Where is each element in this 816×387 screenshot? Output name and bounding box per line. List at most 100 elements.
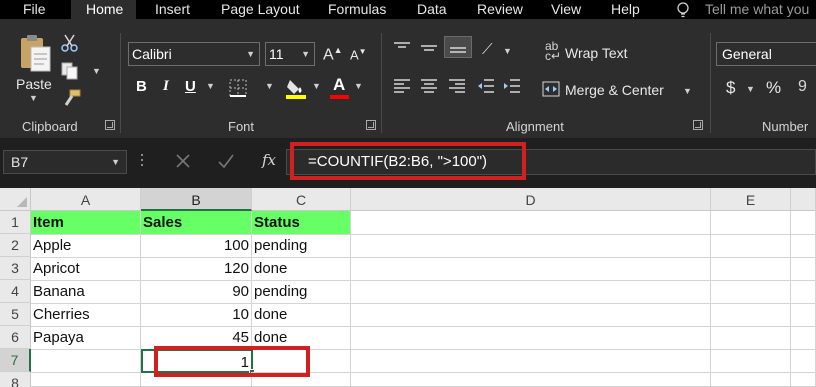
- underline-button[interactable]: U: [185, 78, 196, 95]
- cell-e3[interactable]: [711, 257, 791, 281]
- cell-c5[interactable]: done: [252, 303, 351, 327]
- tab-review[interactable]: Review: [477, 0, 523, 19]
- lightbulb-icon[interactable]: [674, 1, 692, 19]
- merge-dropdown-icon[interactable]: ▼: [683, 86, 692, 96]
- cell-d6[interactable]: [351, 326, 711, 350]
- cell-b4[interactable]: 90: [141, 280, 252, 304]
- cell-d7[interactable]: [351, 349, 711, 373]
- column-header-f[interactable]: [791, 188, 816, 211]
- fill-color-icon[interactable]: [285, 76, 307, 100]
- decrease-indent-icon[interactable]: [477, 78, 495, 94]
- row-header-3[interactable]: 3: [0, 257, 31, 280]
- enter-icon[interactable]: [217, 153, 235, 169]
- currency-button[interactable]: $: [726, 78, 735, 98]
- cell-d8[interactable]: [351, 372, 711, 387]
- cell-f2[interactable]: [791, 234, 816, 258]
- cell-c4[interactable]: pending: [252, 280, 351, 304]
- increase-indent-icon[interactable]: [503, 78, 521, 94]
- wrap-text-icon[interactable]: ab c↵: [545, 40, 561, 62]
- cell-c1[interactable]: Status: [252, 211, 351, 235]
- cell-e4[interactable]: [711, 280, 791, 304]
- number-format-select[interactable]: General: [716, 42, 816, 66]
- tab-help[interactable]: Help: [611, 0, 640, 19]
- cell-b3[interactable]: 120: [141, 257, 252, 281]
- cell-a1[interactable]: Item: [31, 211, 141, 235]
- row-header-8[interactable]: 8: [0, 372, 31, 387]
- orientation-icon[interactable]: ⟋: [482, 41, 493, 58]
- cell-a3[interactable]: Apricot: [31, 257, 141, 281]
- column-header-c[interactable]: C: [252, 188, 351, 211]
- tab-insert[interactable]: Insert: [155, 0, 190, 19]
- cell-f6[interactable]: [791, 326, 816, 350]
- cell-e8[interactable]: [711, 372, 791, 387]
- percent-button[interactable]: %: [766, 78, 781, 98]
- comma-style-icon[interactable]: 9: [798, 78, 807, 96]
- align-center-icon[interactable]: [420, 78, 438, 94]
- font-color-dropdown-icon[interactable]: ▼: [354, 81, 363, 91]
- insert-function-icon[interactable]: fx: [262, 151, 276, 169]
- paste-label[interactable]: Paste: [16, 76, 52, 92]
- cell-a2[interactable]: Apple: [31, 234, 141, 258]
- copy-icon[interactable]: [60, 61, 80, 81]
- cell-a7[interactable]: [31, 349, 141, 373]
- font-name-select[interactable]: Calibri ▼: [128, 42, 260, 66]
- name-box[interactable]: B7 ▼: [3, 150, 127, 174]
- align-middle-icon[interactable]: [420, 41, 438, 55]
- cancel-icon[interactable]: [175, 153, 191, 169]
- cell-b1[interactable]: Sales: [141, 211, 252, 235]
- row-header-4[interactable]: 4: [0, 280, 31, 303]
- tell-me-search[interactable]: Tell me what you: [705, 0, 809, 19]
- tab-formulas[interactable]: Formulas: [328, 0, 386, 19]
- alignment-launcher-icon[interactable]: [693, 120, 703, 130]
- cell-b5[interactable]: 10: [141, 303, 252, 327]
- align-left-icon[interactable]: [393, 78, 411, 94]
- wrap-text-button[interactable]: Wrap Text: [565, 45, 628, 61]
- cell-a8[interactable]: [31, 372, 141, 387]
- tab-home[interactable]: Home: [71, 0, 136, 19]
- borders-dropdown-icon[interactable]: ▼: [265, 81, 274, 91]
- cell-f3[interactable]: [791, 257, 816, 281]
- row-header-7[interactable]: 7: [0, 349, 31, 372]
- cell-e1[interactable]: [711, 211, 791, 235]
- cell-a6[interactable]: Papaya: [31, 326, 141, 350]
- decrease-font-icon[interactable]: A▼: [350, 47, 367, 62]
- font-color-icon[interactable]: A: [333, 75, 345, 95]
- format-painter-icon[interactable]: [60, 88, 82, 108]
- merge-center-icon[interactable]: [542, 81, 560, 97]
- cell-f8[interactable]: [791, 372, 816, 387]
- underline-dropdown-icon[interactable]: ▼: [206, 81, 215, 91]
- merge-center-button[interactable]: Merge & Center: [565, 82, 664, 98]
- cell-d2[interactable]: [351, 234, 711, 258]
- cell-e2[interactable]: [711, 234, 791, 258]
- cell-f5[interactable]: [791, 303, 816, 327]
- column-header-e[interactable]: E: [711, 188, 791, 211]
- tab-page-layout[interactable]: Page Layout: [221, 0, 300, 19]
- align-top-icon[interactable]: [393, 41, 411, 55]
- fill-color-dropdown-icon[interactable]: ▼: [312, 81, 321, 91]
- cell-e6[interactable]: [711, 326, 791, 350]
- clipboard-launcher-icon[interactable]: [105, 120, 115, 130]
- cell-c2[interactable]: pending: [252, 234, 351, 258]
- cut-icon[interactable]: [60, 33, 80, 53]
- currency-dropdown-icon[interactable]: ▼: [746, 84, 755, 94]
- increase-font-icon[interactable]: A▲: [323, 45, 343, 64]
- cell-e7[interactable]: [711, 349, 791, 373]
- borders-icon[interactable]: [228, 78, 252, 98]
- copy-dropdown-icon[interactable]: ▼: [92, 66, 101, 76]
- cell-e5[interactable]: [711, 303, 791, 327]
- column-header-a[interactable]: A: [31, 188, 141, 211]
- cell-c3[interactable]: done: [252, 257, 351, 281]
- formula-bar-grip[interactable]: [140, 152, 144, 170]
- paste-dropdown-icon[interactable]: ▼: [29, 93, 38, 103]
- tab-data[interactable]: Data: [417, 0, 447, 19]
- row-header-1[interactable]: 1: [0, 211, 31, 234]
- cell-f7[interactable]: [791, 349, 816, 373]
- tab-view[interactable]: View: [551, 0, 581, 19]
- cell-d5[interactable]: [351, 303, 711, 327]
- cell-a4[interactable]: Banana: [31, 280, 141, 304]
- cell-d1[interactable]: [351, 211, 711, 235]
- bold-button[interactable]: B: [136, 78, 147, 95]
- row-header-2[interactable]: 2: [0, 234, 31, 257]
- align-right-icon[interactable]: [448, 78, 466, 94]
- cell-b2[interactable]: 100: [141, 234, 252, 258]
